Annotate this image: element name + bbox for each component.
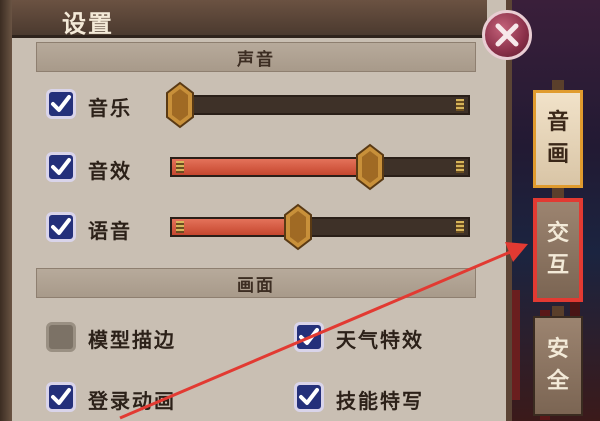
tab-interaction[interactable]: 交 互 — [533, 198, 583, 302]
tab-security[interactable]: 安 全 — [533, 316, 583, 416]
knob-icon — [356, 143, 385, 191]
slider-cap-left — [176, 161, 184, 173]
section-heading-graphics: 画面 — [36, 268, 476, 298]
check-icon — [299, 328, 319, 345]
weather-effects-checkbox[interactable] — [294, 322, 324, 352]
slider-cap-right — [456, 99, 464, 111]
knob-icon — [166, 81, 194, 129]
login-animation-checkbox[interactable] — [46, 382, 76, 412]
tab-pole — [552, 306, 564, 316]
check-icon — [51, 158, 71, 175]
sfx-checkbox[interactable] — [46, 152, 76, 182]
tab-audio-visual[interactable]: 音 画 — [533, 90, 583, 188]
slider-cap-left — [176, 221, 184, 233]
close-icon — [495, 23, 519, 47]
panel-left-rail — [0, 0, 12, 421]
check-icon — [51, 95, 71, 112]
skill-closeup-checkbox[interactable] — [294, 382, 324, 412]
sfx-slider[interactable] — [170, 157, 470, 177]
tab-label-line: 互 — [546, 253, 569, 278]
check-icon — [51, 388, 71, 405]
model-outline-label: 模型描边 — [88, 328, 176, 352]
skill-closeup-label: 技能特写 — [336, 389, 424, 413]
tab-label-line: 全 — [546, 369, 569, 394]
check-icon — [299, 388, 319, 405]
sfx-label: 音效 — [88, 159, 132, 183]
model-outline-checkbox[interactable] — [46, 322, 76, 352]
slider-cap-right — [456, 161, 464, 173]
music-slider-knob[interactable] — [165, 81, 195, 129]
tab-label-line: 交 — [546, 221, 569, 246]
sfx-slider-fill — [172, 159, 376, 175]
knob-icon — [283, 203, 312, 251]
tab-pole — [552, 188, 564, 198]
section-heading-sound: 声音 — [36, 42, 476, 72]
voice-slider-knob[interactable] — [283, 203, 313, 251]
tab-label-line: 画 — [546, 142, 569, 167]
music-slider[interactable] — [170, 95, 470, 115]
voice-slider-fill — [172, 219, 298, 235]
check-icon — [51, 218, 71, 235]
music-checkbox[interactable] — [46, 89, 76, 119]
voice-checkbox[interactable] — [46, 212, 76, 242]
tab-label-line: 安 — [546, 337, 569, 362]
sfx-slider-knob[interactable] — [355, 143, 385, 191]
window-title: 设置 — [62, 10, 114, 38]
voice-slider[interactable] — [170, 217, 470, 237]
music-label: 音乐 — [88, 96, 132, 120]
weather-effects-label: 天气特效 — [336, 328, 424, 352]
tab-pole — [552, 80, 564, 90]
tab-label-line: 音 — [546, 110, 569, 135]
login-animation-label: 登录动画 — [88, 389, 176, 413]
close-button[interactable] — [482, 10, 532, 60]
voice-label: 语音 — [88, 219, 132, 243]
slider-cap-right — [456, 221, 464, 233]
